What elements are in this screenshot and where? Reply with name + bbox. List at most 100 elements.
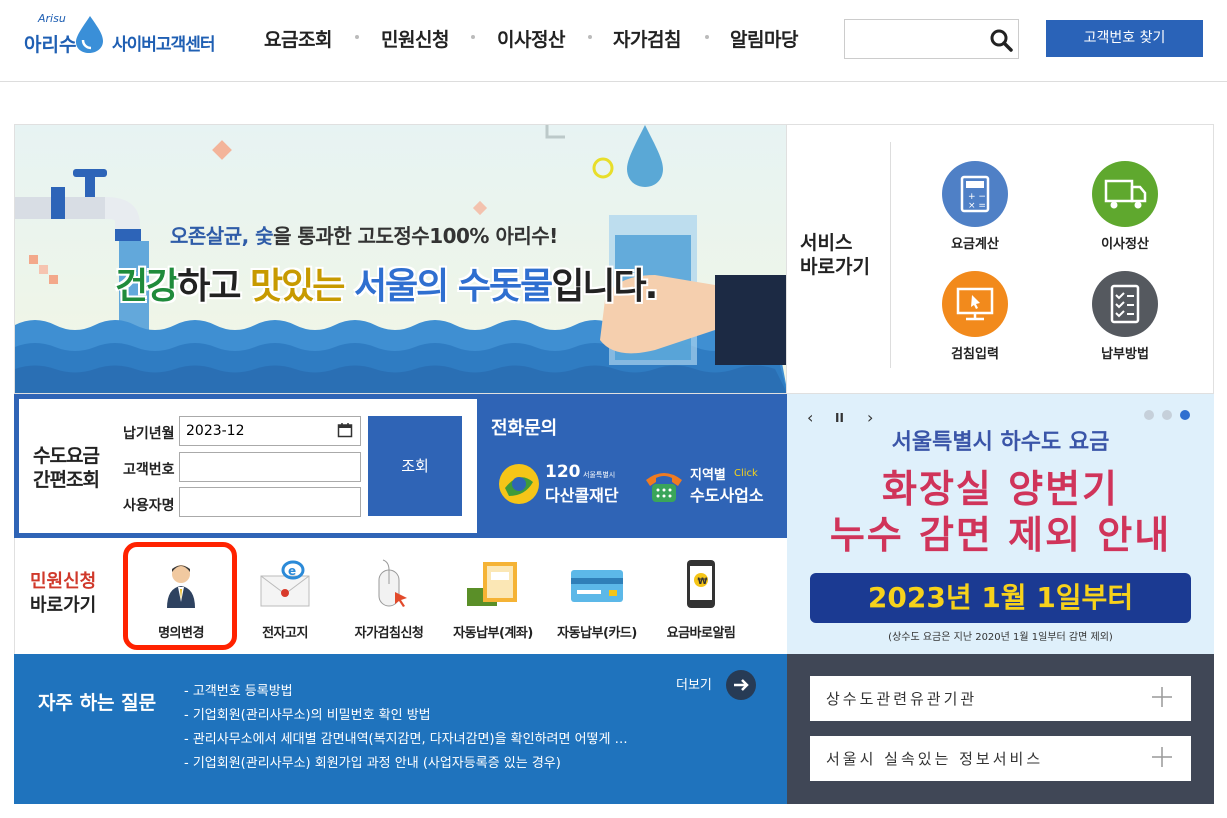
meter-input-icon <box>942 271 1008 337</box>
lookup-title-line: 간편조회 <box>33 469 100 491</box>
period-field <box>179 416 361 446</box>
banner-headline-rest: 을 통과한 고도정수100% 아리수! <box>273 224 558 248</box>
civil-label: 자가검침신청 <box>354 626 424 641</box>
service-label: 이사정산 <box>1101 237 1149 252</box>
mouse-icon <box>361 558 417 610</box>
service-label: 납부방법 <box>1101 347 1149 362</box>
faq-item[interactable]: - 기업회원(관리사무소) 회원가입 과정 안내 (사업자등록증 있는 경우) <box>184 752 561 771</box>
service-shortcuts-title: 서비스 바로가기 <box>800 231 870 279</box>
calculator-icon: + − × = <box>942 161 1008 227</box>
seoul-info-service-dropdown[interactable]: 서울시 실속있는 정보서비스 <box>810 736 1191 781</box>
plus-icon <box>1152 747 1172 767</box>
slider-dot[interactable] <box>1162 410 1172 420</box>
customer-number-label: 고객번호 <box>123 462 175 478</box>
header: Arisu 아리수 사이버고객센터 요금조회 민원신청 이사정산 자가검침 알림… <box>0 0 1227 82</box>
slider-dot[interactable] <box>1144 410 1154 420</box>
civil-title-line: 바로가기 <box>30 595 97 616</box>
customer-number-input[interactable] <box>179 452 361 482</box>
divider <box>890 142 891 368</box>
service-meter-input[interactable]: 검침입력 <box>915 271 1035 362</box>
search-icon[interactable] <box>989 28 1013 52</box>
service-move-settlement[interactable]: 이사정산 <box>1065 161 1185 252</box>
site-logo[interactable]: Arisu 아리수 사이버고객센터 <box>24 12 224 56</box>
banner-slogan-part: 건강 <box>115 266 179 307</box>
service-label: 요금계산 <box>951 237 999 252</box>
phone-inquiry-title: 전화문의 <box>491 418 558 439</box>
service-label: 검침입력 <box>951 347 999 362</box>
logo-small-text: Arisu <box>38 12 66 25</box>
region-name: 수도사업소 <box>690 486 764 505</box>
nav-civil-request[interactable]: 민원신청 <box>381 25 449 52</box>
logo-brand-text: 아리수 <box>24 34 77 56</box>
civil-auto-pay-account[interactable]: 자동납부(계좌) <box>438 558 548 641</box>
faq-more-link[interactable]: 더보기 <box>676 674 712 693</box>
plus-icon <box>1152 687 1172 707</box>
notice-line1: 서울특별시 하수도 요금 <box>891 430 1110 455</box>
checklist-icon <box>1092 271 1158 337</box>
banner-slogan-part: 입니다. <box>551 266 658 307</box>
lookup-submit-button[interactable]: 조회 <box>368 416 462 516</box>
dasan-name: 다산콜재단 <box>545 486 619 505</box>
lookup-title-line: 수도요금 <box>33 445 100 467</box>
svg-text:e: e <box>288 564 296 578</box>
nav-fee-inquiry[interactable]: 요금조회 <box>264 25 332 52</box>
civil-title-line: 민원신청 <box>30 571 97 592</box>
service-shortcuts: 서비스 바로가기 + − × = 요금계산 이사정산 검침입력 납부방법 <box>787 124 1214 394</box>
faq-item[interactable]: - 고객번호 등록방법 <box>184 680 293 699</box>
region-click: Click <box>734 468 758 479</box>
civil-label: 자동납부(카드) <box>557 626 637 641</box>
slider-dot-active[interactable] <box>1180 410 1190 420</box>
user-name-input[interactable] <box>179 487 361 517</box>
dasan-number: 120 <box>545 462 581 482</box>
civil-label: 요금바로알림 <box>666 626 736 641</box>
service-payment-method[interactable]: 납부방법 <box>1065 271 1185 362</box>
related-link-label: 서울시 실속있는 정보서비스 <box>826 750 1044 768</box>
slider-pause-button[interactable]: II <box>835 411 844 425</box>
civil-fee-instant-alert[interactable]: ₩ 요금바로알림 <box>646 558 756 641</box>
banner-slogan-part: 서울의 수돗물 <box>343 266 553 307</box>
main-banner[interactable]: 오존살균, 숯을 통과한 고도정수100% 아리수! 건강하고 맛있는 서울의 … <box>14 124 787 394</box>
phone-alert-icon: ₩ <box>673 558 729 610</box>
faq-section: 자주 하는 질문 - 고객번호 등록방법 - 기업회원(관리사무소)의 비밀번호… <box>14 654 787 804</box>
period-input[interactable] <box>179 416 361 446</box>
faq-item[interactable]: - 관리사무소에서 세대별 감면내역(복지감면, 다자녀감면)을 확인하려면 어… <box>184 728 628 747</box>
faq-title: 자주 하는 질문 <box>38 692 157 714</box>
related-link-label: 상수도관련유관기관 <box>826 690 978 708</box>
civil-shortcuts-title: 민원신청 바로가기 <box>30 570 96 618</box>
telephone-icon <box>646 473 682 502</box>
svg-text:× =: × = <box>968 201 986 211</box>
bankbook-icon <box>465 558 521 610</box>
banner-headline: 오존살균, 숯을 통과한 고도정수100% 아리수! <box>170 220 558 249</box>
civil-label: 자동납부(계좌) <box>453 626 533 641</box>
search-input[interactable] <box>851 28 981 50</box>
nav-self-reading[interactable]: 자가검침 <box>613 25 681 52</box>
service-title-line: 바로가기 <box>800 256 870 278</box>
regional-office-link[interactable]: 지역별 Click 수도사업소 <box>642 462 777 506</box>
nav-move-settlement[interactable]: 이사정산 <box>497 25 565 52</box>
banner-slogan: 건강하고 맛있는 서울의 수돗물입니다. <box>115 257 658 309</box>
quick-fee-lookup: 수도요금 간편조회 납기년월 고객번호 사용자명 조회 <box>14 394 477 538</box>
faq-item[interactable]: - 기업회원(관리사무소)의 비밀번호 확인 방법 <box>184 704 431 723</box>
nav-notice-board[interactable]: 알림마당 <box>730 25 798 52</box>
dasan-call-center-link[interactable]: 120 서울특별시 다산콜재단 <box>497 462 627 506</box>
find-customer-number-button[interactable]: 고객번호 찾기 <box>1046 20 1203 57</box>
svg-text:₩: ₩ <box>698 577 708 587</box>
arrow-right-icon[interactable] <box>726 670 756 700</box>
calendar-icon[interactable] <box>337 422 353 438</box>
civil-e-notice[interactable]: e 전자고지 <box>230 558 340 641</box>
civil-auto-pay-card[interactable]: 자동납부(카드) <box>542 558 652 641</box>
notice-footnote: (상수도 요금은 지난 2020년 1월 1일부터 감면 제외) <box>888 632 1113 643</box>
nav-separator <box>471 35 475 39</box>
service-fee-calculation[interactable]: + − × = 요금계산 <box>915 161 1035 252</box>
notice-slider[interactable]: ‹ II › 서울특별시 하수도 요금 화장실 양변기 누수 감면 제외 안내 … <box>787 394 1214 654</box>
banner-headline-highlight: 오존살균, 숯 <box>170 224 274 248</box>
related-agencies-dropdown[interactable]: 상수도관련유관기관 <box>810 676 1191 721</box>
lookup-form: 수도요금 간편조회 납기년월 고객번호 사용자명 조회 <box>19 399 477 533</box>
service-title-line: 서비스 <box>800 232 853 254</box>
banner-slogan-part: 맛있는 <box>250 266 345 307</box>
search-box <box>844 19 1019 59</box>
notice-date-bar: 2023년 1월 1일부터 <box>810 573 1191 623</box>
dasan-logo-icon <box>499 464 539 504</box>
lookup-title: 수도요금 간편조회 <box>33 444 100 492</box>
civil-self-reading-request[interactable]: 자가검침신청 <box>334 558 444 641</box>
